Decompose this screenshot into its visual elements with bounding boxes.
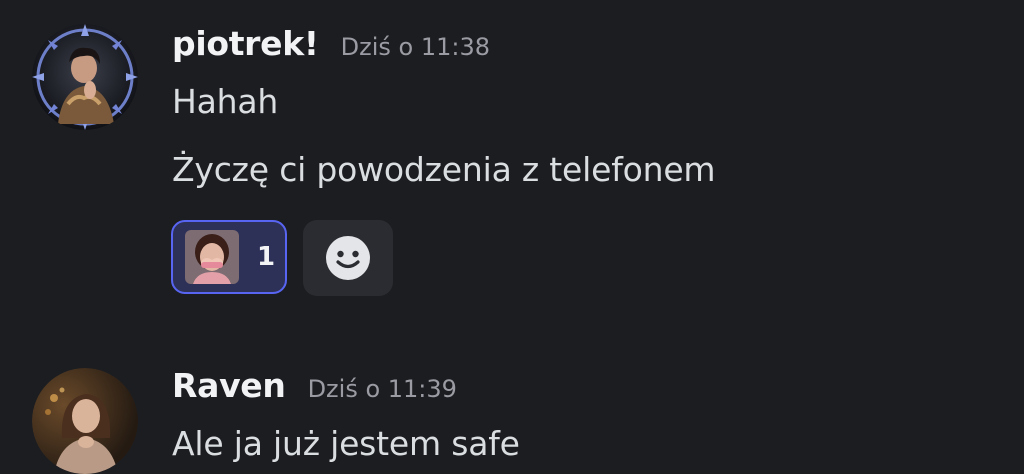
message-text: Życzę ci powodzenia z telefonem xyxy=(172,150,716,189)
add-reaction-button[interactable] xyxy=(303,220,393,296)
message-text: Hahah xyxy=(172,82,279,121)
message-header: piotrek! Dziś o 11:38 xyxy=(172,24,490,68)
message-header: Raven Dziś o 11:39 xyxy=(172,366,457,410)
message-text: Ale ja już jestem safe xyxy=(172,424,520,463)
timestamp: Dziś o 11:39 xyxy=(307,375,457,403)
smiley-icon xyxy=(326,236,370,280)
custom-emoji-icon xyxy=(185,230,239,284)
chat-messages: piotrek! Dziś o 11:38 Hahah Życzę ci pow… xyxy=(0,0,1024,474)
reaction-chip[interactable]: 1 xyxy=(171,220,287,294)
avatar-image xyxy=(32,24,138,130)
avatar[interactable] xyxy=(32,24,138,130)
username[interactable]: piotrek! xyxy=(172,24,319,63)
avatar-image xyxy=(32,368,138,474)
avatar[interactable] xyxy=(32,368,138,474)
username[interactable]: Raven xyxy=(172,366,286,405)
timestamp: Dziś o 11:38 xyxy=(340,33,490,61)
reaction-count: 1 xyxy=(257,242,276,272)
